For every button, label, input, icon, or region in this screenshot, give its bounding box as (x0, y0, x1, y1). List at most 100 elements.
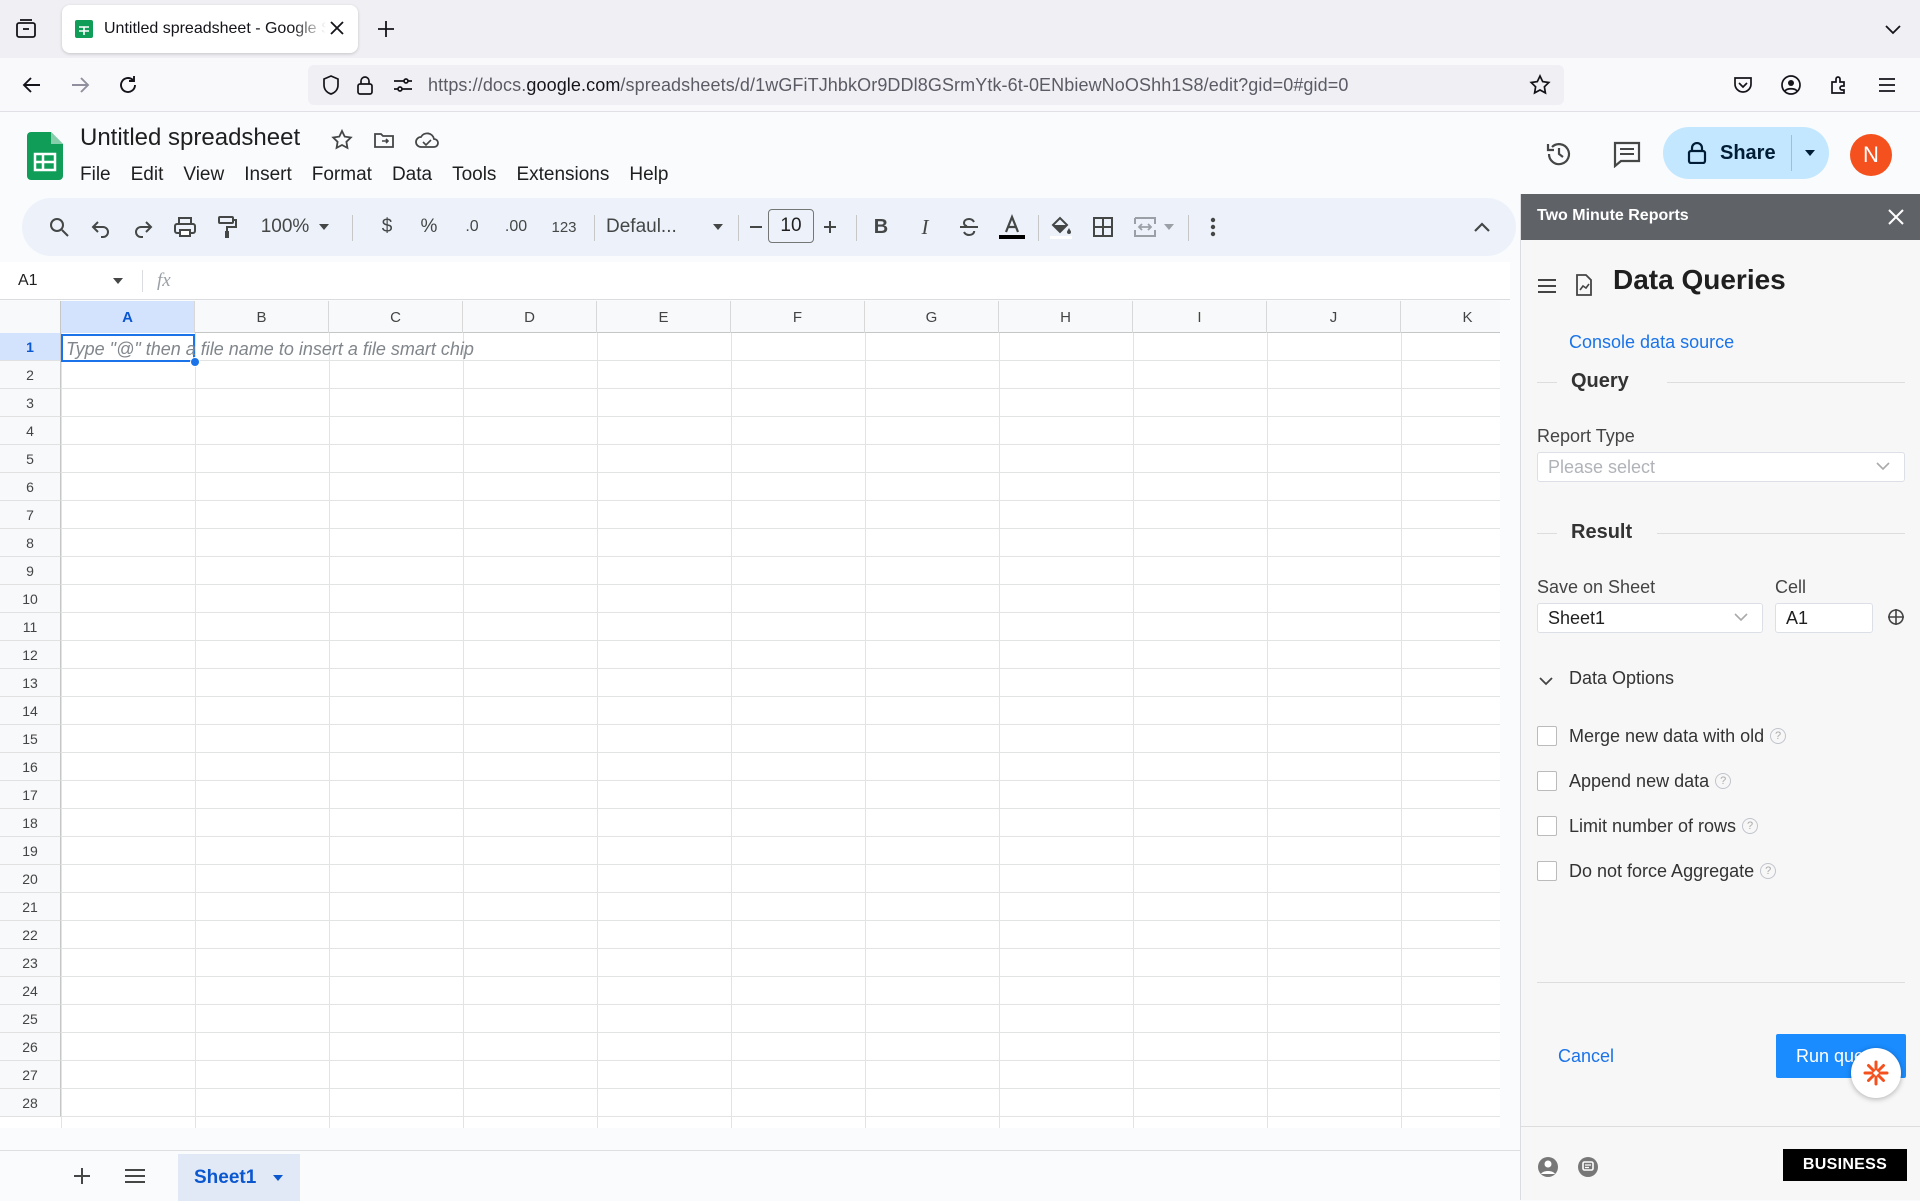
paint-format-icon[interactable] (212, 198, 242, 256)
version-history-icon[interactable] (1544, 139, 1574, 169)
option-limit-rows[interactable]: Limit number of rows ? (1537, 814, 1759, 838)
pocket-icon[interactable] (1732, 74, 1754, 96)
add-sheet-icon[interactable] (72, 1166, 92, 1186)
borders-icon[interactable] (1088, 198, 1118, 256)
star-icon[interactable] (330, 128, 354, 152)
fill-color-icon[interactable] (1046, 198, 1076, 256)
name-box-dropdown-icon[interactable] (112, 277, 124, 285)
new-tab-icon[interactable] (374, 17, 398, 41)
increase-font-size-icon[interactable] (820, 198, 840, 256)
sheets-logo-icon[interactable] (27, 132, 63, 180)
forward-icon[interactable] (68, 73, 92, 97)
formula-input[interactable] (190, 266, 1500, 296)
print-icon[interactable] (170, 198, 200, 256)
strikethrough-icon[interactable] (954, 198, 984, 256)
help-icon[interactable]: ? (1742, 818, 1759, 834)
comments-icon[interactable] (1612, 140, 1642, 168)
increase-decimal-button[interactable]: .00 (498, 198, 534, 256)
font-dropdown-icon[interactable] (708, 198, 728, 256)
tab-overview-icon[interactable] (14, 17, 38, 41)
menu-format[interactable]: Format (302, 162, 382, 188)
cancel-button[interactable]: Cancel (1558, 1046, 1614, 1067)
browser-tab-active[interactable]: Untitled spreadsheet - Google Sheets (62, 5, 358, 53)
menu-tools[interactable]: Tools (442, 162, 506, 188)
more-options-icon[interactable] (1200, 198, 1226, 256)
spreadsheet-grid[interactable]: ABCDEFGHIJK 1 2 3 4 5 6 7 8 9 10 11 12 13 14 15 16 17 18 1… (0, 301, 1500, 1128)
document-title[interactable]: Untitled spreadsheet (80, 124, 300, 152)
back-icon[interactable] (20, 73, 44, 97)
site-permissions-icon[interactable] (392, 75, 414, 95)
cell-input[interactable]: A1 (1775, 603, 1873, 633)
help-icon[interactable]: ? (1770, 728, 1787, 744)
assistant-fab[interactable] (1851, 1048, 1901, 1098)
option-no-force-aggregate[interactable]: Do not force Aggregate ? (1537, 859, 1777, 883)
collapse-toolbar-icon[interactable] (1468, 198, 1496, 256)
toolbar-divider (1188, 215, 1189, 241)
zoom-dropdown-icon[interactable] (314, 198, 334, 256)
append-checkbox[interactable] (1537, 771, 1557, 791)
help-icon[interactable]: ? (1715, 773, 1732, 789)
cloud-saved-icon[interactable] (414, 129, 440, 151)
sheet-tab-dropdown-icon[interactable] (272, 1174, 284, 1182)
tab-list-chevron-icon[interactable] (1882, 18, 1904, 40)
share-dropdown-icon[interactable] (1803, 147, 1817, 159)
merge-checkbox[interactable] (1537, 726, 1557, 746)
menu-help[interactable]: Help (619, 162, 678, 188)
option-merge-new-data[interactable]: Merge new data with old ? (1537, 724, 1787, 748)
merge-dropdown-icon[interactable] (1162, 198, 1176, 256)
lock-icon[interactable] (354, 74, 376, 96)
menu-edit[interactable]: Edit (121, 162, 174, 188)
redo-icon[interactable] (128, 198, 158, 256)
sheet-tab-sheet1[interactable]: Sheet1 (178, 1154, 300, 1201)
decrease-decimal-button[interactable]: .0 (456, 198, 488, 256)
zoom-select[interactable]: 100% (258, 198, 312, 256)
url-text[interactable]: https://docs.google.com/spreadsheets/d/1… (428, 75, 1348, 96)
close-tab-icon[interactable] (328, 19, 346, 37)
extensions-icon[interactable] (1828, 74, 1850, 96)
more-formats-button[interactable]: 123 (544, 198, 584, 256)
data-options-toggle[interactable]: Data Options (1569, 668, 1674, 689)
text-color-icon[interactable] (996, 198, 1028, 256)
aggregate-checkbox[interactable] (1537, 861, 1557, 881)
console-data-source-link[interactable]: Console data source (1569, 332, 1734, 353)
search-menus-icon[interactable] (44, 198, 74, 256)
font-family-select[interactable]: Defaul... (602, 198, 704, 256)
chat-support-icon[interactable] (1577, 1156, 1599, 1178)
all-sheets-icon[interactable] (124, 1167, 146, 1185)
sidebar-menu-icon[interactable] (1537, 278, 1557, 294)
menu-view[interactable]: View (173, 162, 234, 188)
save-on-sheet-select[interactable]: Sheet1 (1537, 603, 1763, 633)
app-menu-icon[interactable] (1876, 74, 1898, 96)
fill-handle[interactable] (190, 357, 200, 367)
format-percent-button[interactable]: % (416, 198, 442, 256)
merge-cells-icon[interactable] (1130, 198, 1160, 256)
option-append-new-data[interactable]: Append new data ? (1537, 769, 1732, 793)
user-avatar[interactable]: N (1850, 134, 1892, 176)
close-sidebar-icon[interactable] (1887, 208, 1905, 226)
reload-icon[interactable] (116, 73, 140, 97)
italic-button[interactable]: I (912, 198, 938, 256)
menu-data[interactable]: Data (382, 162, 442, 188)
decrease-font-size-icon[interactable] (746, 198, 766, 256)
account-icon[interactable] (1780, 74, 1802, 96)
format-currency-button[interactable]: $ (374, 198, 400, 256)
share-button[interactable]: Share (1663, 127, 1829, 179)
menu-extensions[interactable]: Extensions (506, 162, 619, 188)
move-folder-icon[interactable] (372, 128, 396, 152)
report-type-select[interactable]: Please select (1537, 452, 1905, 482)
tracking-shield-icon[interactable] (320, 74, 342, 96)
sheets-header: Untitled spreadsheet File Edit View Inse… (0, 112, 1920, 196)
limit-rows-checkbox[interactable] (1537, 816, 1557, 836)
crosshair-select-icon[interactable] (1887, 608, 1905, 626)
name-box[interactable]: A1 (18, 272, 38, 290)
undo-icon[interactable] (86, 198, 116, 256)
font-size-input[interactable]: 10 (768, 209, 814, 243)
user-account-icon[interactable] (1537, 1156, 1559, 1178)
url-bar[interactable]: https://docs.google.com/spreadsheets/d/1… (308, 65, 1564, 105)
menu-insert[interactable]: Insert (234, 162, 302, 188)
bold-button[interactable]: B (868, 198, 894, 256)
menu-file[interactable]: File (70, 162, 121, 188)
data-options-chevron-icon[interactable] (1539, 676, 1553, 686)
bookmark-star-icon[interactable] (1528, 73, 1552, 97)
help-icon[interactable]: ? (1760, 863, 1777, 879)
